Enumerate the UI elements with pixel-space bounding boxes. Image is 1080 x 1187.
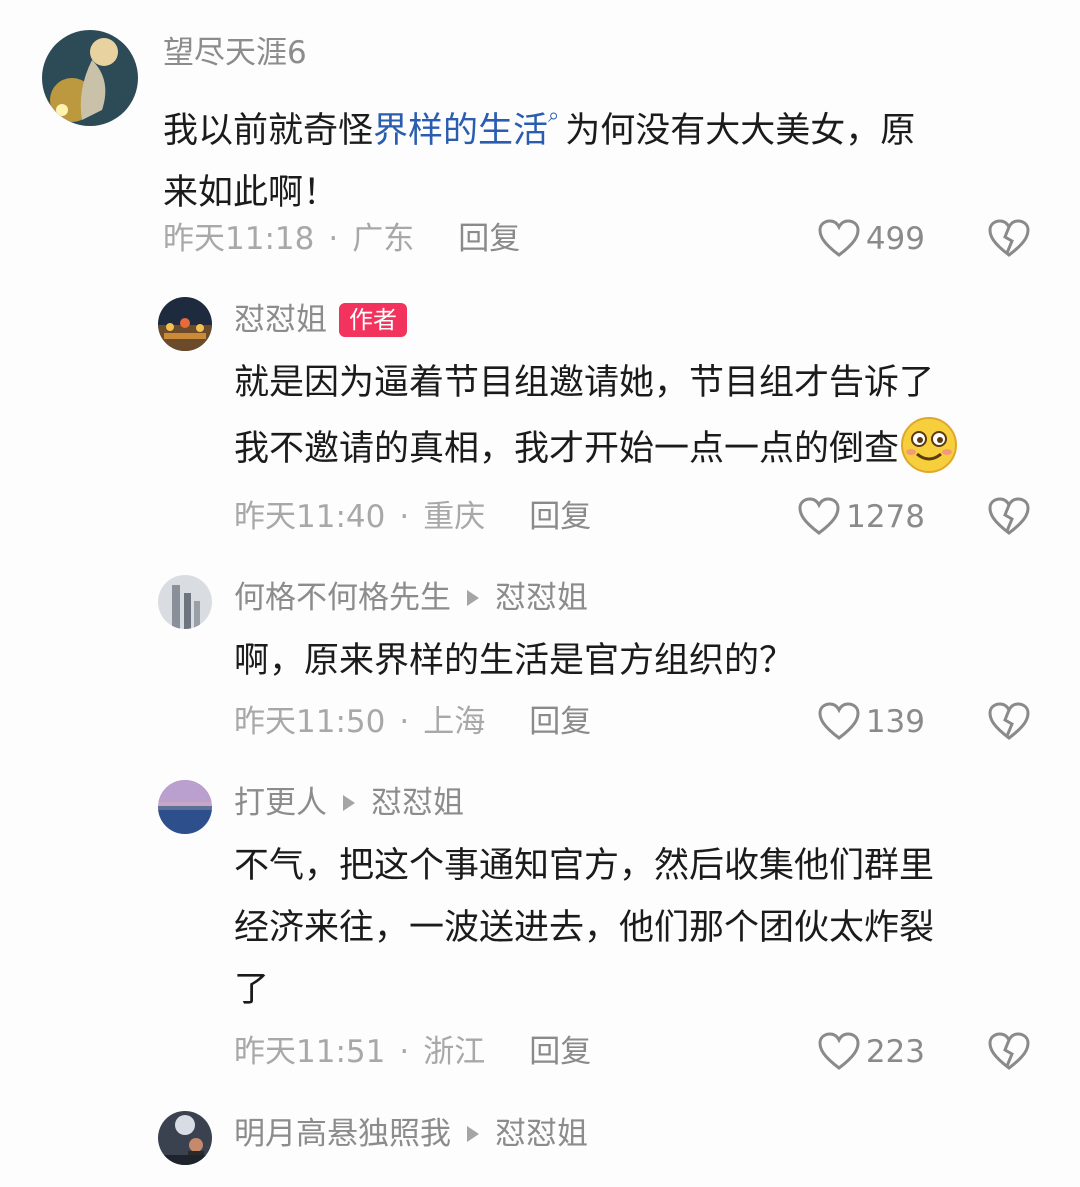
avatar[interactable] (158, 575, 212, 629)
like-button[interactable]: 1278 (798, 497, 925, 537)
reply-arrow-icon (343, 795, 355, 811)
separator: · (399, 704, 410, 740)
like-count: 1278 (846, 499, 925, 535)
dislike-button[interactable] (988, 1032, 1030, 1072)
comment-meta: 昨天11:51 · 浙江 回复 (234, 1032, 591, 1072)
search-link[interactable]: 界样的生活 (373, 111, 548, 151)
broken-heart-icon (988, 219, 1030, 257)
timestamp: 昨天11:18 (163, 221, 315, 257)
comment-text: 就是因为逼着节目组邀请她，节目组才告诉了 我不邀请的真相，我才开始一点一点的倒查 (234, 352, 959, 480)
reply-button[interactable]: 回复 (529, 704, 591, 740)
dislike-button[interactable] (988, 219, 1030, 259)
dislike-button[interactable] (988, 497, 1030, 537)
like-count: 139 (865, 704, 925, 740)
timestamp: 昨天11:51 (234, 1034, 386, 1070)
comment-text: 我以前就奇怪界样的生活⌕ 为何没有大大美女，原 来如此啊！ (163, 103, 916, 213)
reply-to-username[interactable]: 怼怼姐 (495, 578, 588, 618)
heart-icon (818, 1032, 860, 1070)
broken-heart-icon (988, 702, 1030, 740)
heart-icon (818, 702, 860, 740)
reply-button[interactable]: 回复 (458, 221, 520, 257)
like-count: 223 (865, 1034, 925, 1070)
separator: · (399, 1034, 410, 1070)
avatar[interactable] (158, 780, 212, 834)
username[interactable]: 望尽天涯6 (163, 33, 307, 73)
reply-to-username[interactable]: 怼怼姐 (371, 783, 464, 823)
separator: · (399, 499, 410, 535)
like-count: 499 (865, 221, 925, 257)
comment-meta: 昨天11:40 · 重庆 回复 (234, 497, 591, 537)
reply-arrow-icon (467, 590, 479, 606)
smiling-face-emoji (899, 414, 959, 474)
location: 广东 (352, 221, 415, 257)
avatar[interactable] (42, 30, 138, 126)
comment-meta: 昨天11:18 · 广东 回复 (163, 219, 520, 259)
timestamp: 昨天11:40 (234, 499, 386, 535)
username[interactable]: 何格不何格先生 (234, 578, 451, 618)
location: 重庆 (423, 499, 486, 535)
reply-to-username[interactable]: 怼怼姐 (495, 1114, 588, 1154)
author-badge: 作者 (339, 303, 407, 337)
avatar[interactable] (158, 1111, 212, 1165)
heart-icon (798, 497, 840, 535)
broken-heart-icon (988, 1032, 1030, 1070)
comment-meta: 昨天11:50 · 上海 回复 (234, 702, 591, 742)
timestamp: 昨天11:50 (234, 704, 386, 740)
like-button[interactable]: 139 (818, 702, 925, 742)
heart-icon (818, 219, 860, 257)
location: 浙江 (423, 1034, 486, 1070)
separator: · (328, 221, 339, 257)
avatar[interactable] (158, 297, 212, 351)
broken-heart-icon (988, 497, 1030, 535)
username[interactable]: 明月高悬独照我 (234, 1114, 451, 1154)
username[interactable]: 打更人 (234, 783, 327, 823)
reply-button[interactable]: 回复 (529, 499, 591, 535)
dislike-button[interactable] (988, 702, 1030, 742)
search-icon[interactable]: ⌕ (548, 103, 559, 127)
comment-text: 啊，原来界样的生活是官方组织的？ (234, 641, 795, 681)
reply-arrow-icon (467, 1126, 479, 1142)
like-button[interactable]: 223 (818, 1032, 925, 1072)
like-button[interactable]: 499 (818, 219, 925, 259)
username[interactable]: 怼怼姐 (234, 300, 327, 340)
reply-button[interactable]: 回复 (529, 1034, 591, 1070)
comment-text: 不气，把这个事通知官方，然后收集他们群里 经济来往，一波送进去，他们那个团伙太炸… (234, 846, 935, 1010)
location: 上海 (423, 704, 486, 740)
